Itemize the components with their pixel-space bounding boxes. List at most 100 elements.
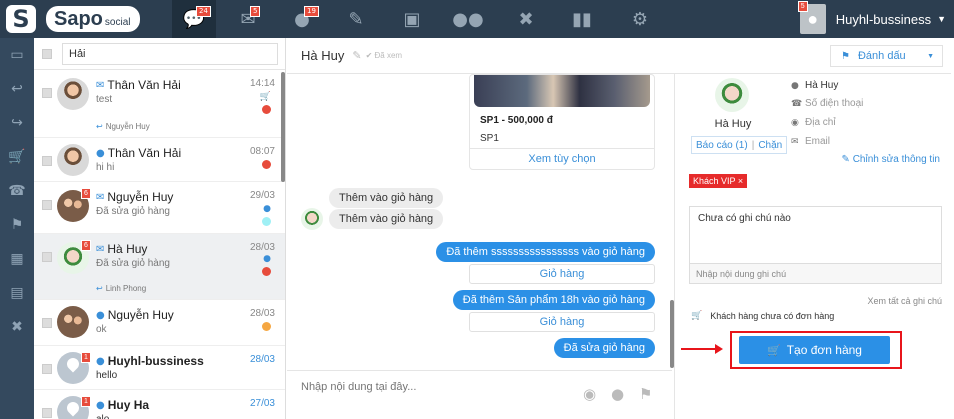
conversation-name: ● Huy Ha xyxy=(96,398,150,412)
chevron-down-icon: ▼ xyxy=(937,14,946,24)
conversation-snippet: hello xyxy=(96,370,118,381)
info-address[interactable]: ◉ Địa chỉ xyxy=(791,117,836,128)
info-email[interactable]: ✉ Email xyxy=(791,136,830,147)
conversation-name: ● Thân Văn Hải xyxy=(96,146,182,160)
edit-info-link[interactable]: ✎ Chỉnh sửa thông tin xyxy=(842,154,940,165)
phone-icon[interactable]: ☎ xyxy=(0,174,34,208)
mark-dropdown[interactable]: ⚑ Đánh dấu ▼ xyxy=(830,45,943,67)
tags-icon[interactable]: ⚑ xyxy=(639,385,652,403)
email-icon: ✉ xyxy=(96,79,105,91)
sapo-social-logo[interactable]: S Sapo social xyxy=(6,5,141,33)
location-icon: ◉ xyxy=(791,117,799,128)
divider: | xyxy=(751,139,755,151)
chat-template-icon[interactable]: ● xyxy=(611,385,624,403)
conversation-checkbox[interactable] xyxy=(42,408,52,418)
product-card: SP1 - 500,000 đ SP1 Xem tùy chọn xyxy=(469,74,655,170)
chevron-down-icon: ▼ xyxy=(927,52,934,60)
conversation-snippet: Đã sửa giỏ hàng xyxy=(96,206,170,217)
user-icon: ● xyxy=(791,80,799,91)
forward-icon[interactable]: ↪ xyxy=(0,106,34,140)
cart-button[interactable]: Giỏ hàng xyxy=(469,264,655,284)
block-link[interactable]: Chặn xyxy=(758,140,782,151)
nav-card-icon[interactable]: ▣ xyxy=(390,0,434,38)
tag-icon[interactable]: ⚑ xyxy=(0,208,34,242)
cart-button[interactable]: Giỏ hàng xyxy=(469,312,655,332)
conversation-name: ● Huyhl-bussiness xyxy=(96,354,204,368)
reply-icon: ↩ xyxy=(96,284,103,293)
status-dot xyxy=(262,105,271,114)
customer-actions: Báo cáo (1) | Chặn xyxy=(691,136,788,154)
view-options-button[interactable]: Xem tùy chọn xyxy=(470,149,654,169)
conversation-snippet: Đã sửa giỏ hàng xyxy=(96,258,170,269)
assignee: ↩ Linh Phong xyxy=(96,284,147,293)
conversation-checkbox[interactable] xyxy=(42,364,52,374)
chat-count-badge: 24 xyxy=(196,6,211,17)
nav-user-block-icon[interactable]: ✖ xyxy=(504,0,548,38)
nav-comment-icon[interactable]: ● 19 xyxy=(280,0,324,38)
conversation-item[interactable]: ● Thân Văn Hải hi hi 08:07 xyxy=(34,138,285,182)
conversation-item[interactable]: ✉ Thân Văn Hải test 14:14 🛒 ↩ Nguyễn Huy xyxy=(34,70,285,138)
conversation-checkbox[interactable] xyxy=(42,200,52,210)
nav-users-icon[interactable]: ●● xyxy=(446,0,490,38)
conversation-list: ⚲ ✉Thân Văn Hải test 14:14 🛒 ↩Nguyễn Huy… xyxy=(34,38,286,419)
cart-status-icon: 🛒 xyxy=(259,92,271,102)
report-link[interactable]: Báo cáo (1) xyxy=(696,140,748,151)
sender-avatar xyxy=(301,208,323,230)
nav-settings-icon[interactable]: ⚙ xyxy=(618,0,662,38)
nav-edit-icon[interactable]: ✎ xyxy=(334,0,378,38)
cart-icon[interactable]: 🛒 xyxy=(0,140,34,174)
camera-icon[interactable]: ◉ xyxy=(583,385,596,403)
nav-chat-icon[interactable]: 💬 24 xyxy=(172,0,216,38)
create-order-button[interactable]: 🛒 Tạo đơn hàng xyxy=(739,336,890,364)
id-card-icon[interactable]: ▤ xyxy=(0,276,34,310)
conversation-checkbox[interactable] xyxy=(42,252,52,262)
user-menu[interactable]: ● 5 Huyhl-bussiness ▼ xyxy=(797,0,946,38)
logo-mark: S xyxy=(6,5,36,33)
nav-stats-icon[interactable]: ▮▮ xyxy=(560,0,604,38)
conversation-item-selected[interactable]: 6 ✉ Hà Huy Đã sửa giỏ hàng 28/03 ● ↩ Linh … xyxy=(34,234,285,300)
nav-mail-icon[interactable]: ✉ 5 xyxy=(226,0,270,38)
conversation-snippet: alo xyxy=(96,414,109,419)
product-sku: SP1 xyxy=(470,127,654,149)
remove-tag-icon[interactable]: × xyxy=(738,176,743,186)
conversation-scrollbar[interactable] xyxy=(281,72,285,182)
email-icon: ✉ xyxy=(96,191,105,203)
close-icon[interactable]: ✖ xyxy=(0,310,34,344)
search-bar xyxy=(34,38,285,70)
conversation-item[interactable]: 6 ✉ Nguyễn Huy Đã sửa giỏ hàng 29/03 ● xyxy=(34,182,285,234)
see-all-notes-link[interactable]: Xem tất cả ghi chú xyxy=(867,296,942,306)
conversation-item[interactable]: ● Nguyễn Huy ok 28/03 xyxy=(34,300,285,346)
customer-tag[interactable]: Khách VIP × xyxy=(689,174,748,188)
select-all-checkbox[interactable] xyxy=(42,48,52,59)
avatar xyxy=(57,144,89,176)
logo-wordmark: Sapo social xyxy=(46,6,141,32)
no-orders-text: 🛒 Khách hàng chưa có đơn hàng xyxy=(691,311,835,321)
reply-icon[interactable]: ↩ xyxy=(0,72,34,106)
unread-badge: 1 xyxy=(81,396,91,407)
calendar-icon[interactable]: ▦ xyxy=(0,242,34,276)
conversation-checkbox[interactable] xyxy=(42,318,52,328)
info-phone[interactable]: ☎ Số điện thoại xyxy=(791,98,863,109)
conversation-time: 08:07 xyxy=(249,146,275,157)
conversation-checkbox[interactable] xyxy=(42,156,52,166)
user-name: Huyhl-bussiness xyxy=(835,11,932,27)
unread-badge: 6 xyxy=(81,188,91,199)
logo-suffix: social xyxy=(104,17,131,28)
conversation-checkbox[interactable] xyxy=(42,88,52,98)
search-input[interactable] xyxy=(62,42,278,65)
chat-title: Hà Huy ✎ ✔ Đã xem xyxy=(301,48,403,63)
notes-empty-text: Chưa có ghi chú nào xyxy=(698,213,791,224)
seen-status: ✔ Đã xem xyxy=(365,51,403,60)
note-input[interactable]: Nhập nội dung ghi chú xyxy=(690,263,941,283)
message-input[interactable] xyxy=(301,381,561,393)
conversation-item[interactable]: 1 ●Huy Ha alo 27/03 xyxy=(34,390,285,419)
customer-name: Hà Huy xyxy=(714,118,752,130)
conversation-time: 27/03 xyxy=(249,398,275,409)
inbox-icon[interactable]: ▭ xyxy=(0,38,34,72)
conversation-item[interactable]: 1 ● Huyhl-bussiness hello 28/03 xyxy=(34,346,285,390)
edit-icon[interactable]: ✎ xyxy=(352,49,361,62)
email-icon: ✉ xyxy=(791,136,799,147)
message-composer: ◉ ● ⚑ xyxy=(287,370,672,419)
android-icon: ● xyxy=(263,204,271,214)
product-name: SP1 - 500,000 đ xyxy=(480,115,553,126)
